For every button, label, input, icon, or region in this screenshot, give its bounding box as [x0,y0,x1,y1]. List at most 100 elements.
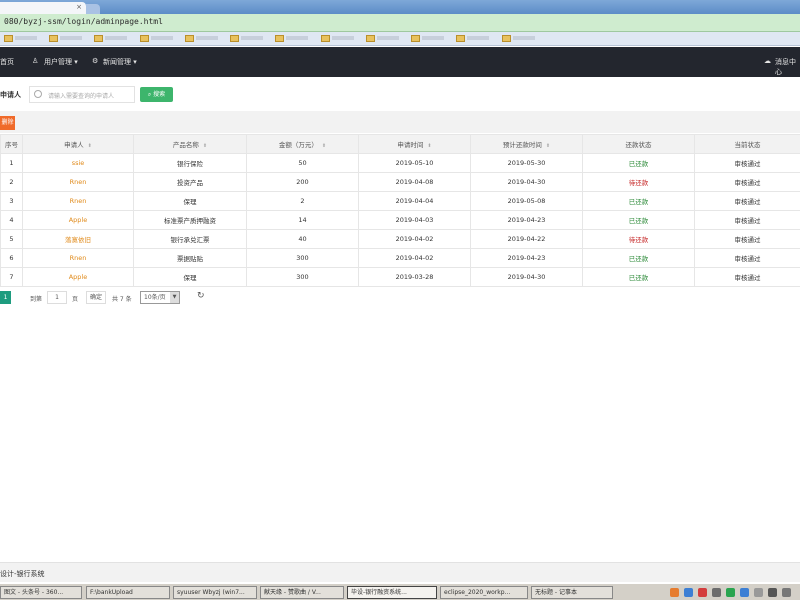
page-current[interactable]: 1 [0,291,11,304]
applicant-search-input[interactable]: 请输入需要查询的申请人 [29,86,135,103]
total-count: 共 7 条 [112,296,132,303]
nav-home[interactable]: 首页 [0,57,14,67]
folder-icon [456,34,466,42]
table-row[interactable]: 3 Rnen 保理 2 2019-04-04 2019-05-08 已还款 审核通过 [0,191,800,211]
cell-product: 投资产品 [133,172,247,192]
cell-amount: 50 [246,153,359,173]
search-button[interactable]: ⌕ 搜索 [140,87,173,102]
delete-button[interactable]: 删除 [0,116,15,130]
page-footer: 设计-银行系统 [0,562,800,582]
bookmark-item[interactable] [501,34,535,43]
nav-user-management[interactable]: 用户管理 ▾ [44,57,78,67]
bookmark-item[interactable] [94,34,128,43]
tray-app-icon[interactable] [740,588,749,597]
tray-app-icon[interactable] [670,588,679,597]
table-row[interactable]: 7 Apple 保理 300 2019-03-28 2019-04-30 已还款 审核通过 [0,267,800,287]
tray-app-icon[interactable] [726,588,735,597]
cell-amount: 14 [246,210,359,230]
col-current-status: 当前状态 [694,134,800,154]
cell-amount: 2 [246,191,359,211]
tray-app-icon[interactable] [712,588,721,597]
table-row[interactable]: 5 落寞依旧 银行承兑汇票 40 2019-04-02 2019-04-22 待还款 审核通过 [0,229,800,249]
taskbar-item[interactable]: syuuser Wbyzj (win7... [173,586,257,599]
bookmark-item[interactable] [230,34,264,43]
loan-table: 序号 申请人 ⬍ 产品名称 ⬍ 金额（万元） ⬍ 申请时间 ⬍ 预计还款时间 ⬍ 还款状态… [0,134,800,287]
bookmark-item[interactable] [139,34,173,43]
bookmark-item[interactable] [184,34,218,43]
footer-text: 设计-银行系统 [0,570,45,578]
cell-apply-time: 2019-03-28 [358,267,471,287]
col-amount[interactable]: 金额（万元） ⬍ [246,134,359,154]
cell-applicant[interactable]: Rnen [22,191,134,211]
nav-news-management[interactable]: 新闻管理 ▾ [103,57,137,67]
cell-index: 1 [0,153,23,173]
bookmark-item[interactable] [320,34,354,43]
sort-icon[interactable]: ⬍ [546,143,550,149]
table-row[interactable]: 6 Rnen 票据贴贴 300 2019-04-02 2019-04-23 已还款 审核通过 [0,248,800,268]
bookmark-item[interactable] [365,34,399,43]
cell-apply-time: 2019-04-03 [358,210,471,230]
cell-applicant[interactable]: Rnen [22,172,134,192]
sort-icon[interactable]: ⬍ [88,143,92,149]
cell-expected-repay: 2019-04-22 [470,229,583,249]
address-text: 080/byzj-ssm/login/adminpage.html [4,17,163,26]
cell-applicant[interactable]: Rnen [22,248,134,268]
address-bar[interactable]: 080/byzj-ssm/login/adminpage.html [0,14,800,32]
taskbar-item[interactable]: F:\bankUpload [86,586,170,599]
tray-app-icon[interactable] [782,588,791,597]
cell-applicant[interactable]: ssie [22,153,134,173]
nav-messages[interactable]: 消息中心 [775,57,800,77]
taskbar-item[interactable]: 图文 - 头条号 - 360... [0,586,82,599]
col-repay-status: 还款状态 [582,134,695,154]
cell-expected-repay: 2019-05-08 [470,191,583,211]
cell-applicant[interactable]: 落寞依旧 [22,229,134,249]
table-row[interactable]: 4 Apple 标准票产质押融资 14 2019-04-03 2019-04-23 已还款审… [0,210,800,230]
cell-product: 银行承兑汇票 [133,229,247,249]
cell-applicant[interactable]: Apple [22,210,134,230]
bookmark-item[interactable] [49,34,83,43]
folder-icon [320,34,330,42]
folder-icon [4,34,13,42]
table-row[interactable]: 2 Rnen 投资产品 200 2019-04-08 2019-04-30 待还款 审核通过 [0,172,800,192]
cell-current-status: 审核通过 [694,153,800,173]
close-tab-icon[interactable]: × [76,3,82,11]
col-product[interactable]: 产品名称 ⬍ [133,134,247,154]
col-applicant[interactable]: 申请人 ⬍ [22,134,134,154]
new-tab-button[interactable] [86,4,100,14]
taskbar-item[interactable]: 献天缘 - 赞歌曲 / V... [260,586,344,599]
page-number-input[interactable]: 1 [47,291,67,304]
sort-icon[interactable]: ⬍ [427,143,431,149]
taskbar-item-active[interactable]: 毕设-银行融资系统... [347,586,437,599]
page-size-value: 10条/页 [144,294,166,301]
tray-app-icon[interactable] [698,588,707,597]
table-row[interactable]: 1 ssie 银行保险 50 2019-05-10 2019-05-30 已还款 审核通过 [0,153,800,173]
table-toolbar: 删除 [0,111,800,133]
bookmark-item[interactable] [411,34,445,43]
refresh-icon[interactable]: ↻ [197,291,205,301]
taskbar-item[interactable]: eclipse_2020_workp... [440,586,528,599]
top-navbar: 首页 ♙ 用户管理 ▾ ⚙ 新闻管理 ▾ ☁ 消息中心 [0,47,800,77]
message-icon: ☁ [764,57,771,65]
page-confirm-button[interactable]: 确定 [86,291,106,304]
col-apply-time[interactable]: 申请时间 ⬍ [358,134,471,154]
folder-icon [184,34,194,42]
folder-icon [501,34,511,42]
cell-applicant[interactable]: Apple [22,267,134,287]
cell-index: 7 [0,267,23,287]
bookmark-item[interactable] [4,34,37,43]
browser-tab[interactable]: × [0,2,86,14]
sort-icon[interactable]: ⬍ [203,143,207,149]
tray-app-icon[interactable] [754,588,763,597]
col-expected-repay[interactable]: 预计还款时间 ⬍ [470,134,583,154]
cell-current-status: 审核通过 [694,229,800,249]
taskbar-item[interactable]: 无标题 - 记事本 [531,586,613,599]
tray-app-icon[interactable] [684,588,693,597]
bookmark-item[interactable] [456,34,490,43]
sort-icon[interactable]: ⬍ [322,143,326,149]
bookmark-item[interactable] [275,34,309,43]
tray-app-icon[interactable] [768,588,777,597]
cell-current-status: 审核通过 [694,267,800,287]
page-size-select[interactable]: 10条/页 ▼ [140,291,180,304]
cell-repay-status: 已还款 [582,210,695,230]
cell-product: 保理 [133,191,247,211]
